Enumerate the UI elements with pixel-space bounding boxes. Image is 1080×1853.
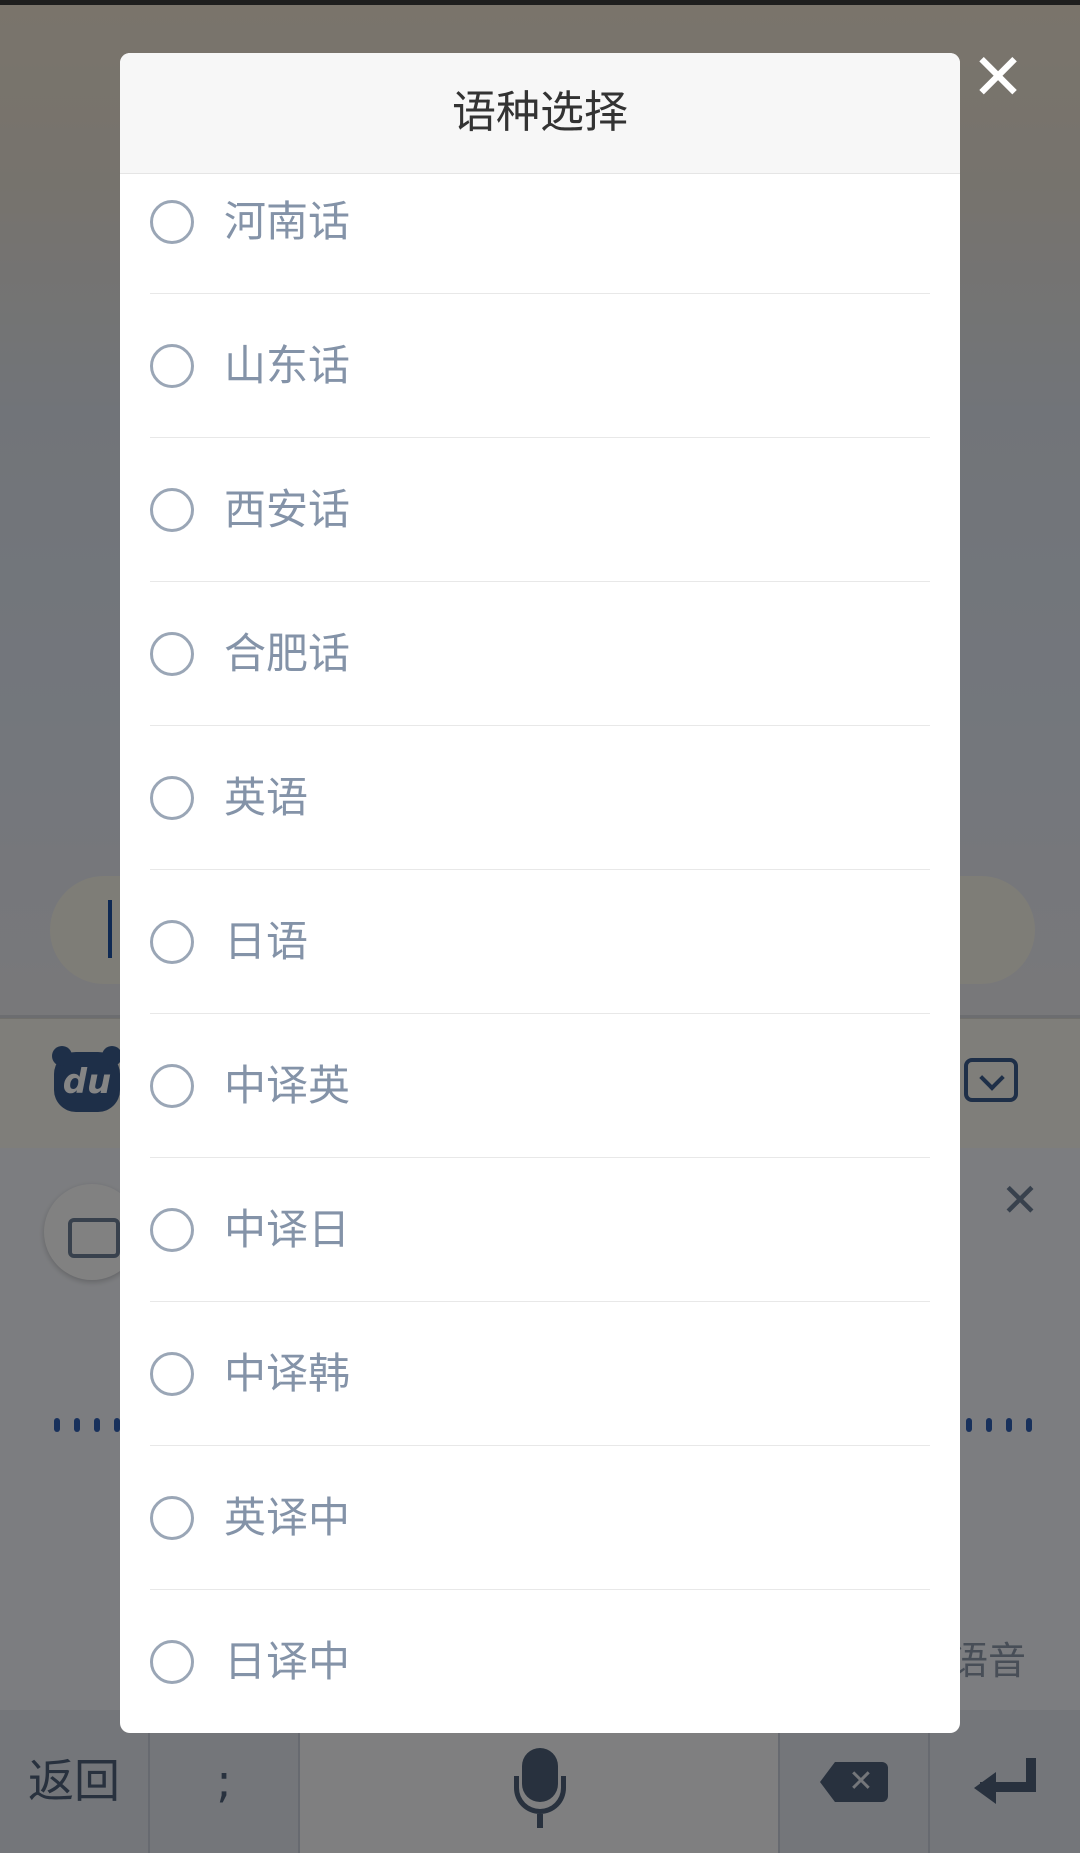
option-label: 中译韩 <box>224 1348 351 1398</box>
option-label: 英语 <box>224 772 309 822</box>
language-option[interactable]: 日译中 <box>150 1590 930 1733</box>
language-option[interactable]: 英译中 <box>150 1446 930 1590</box>
language-option[interactable]: 中译韩 <box>150 1302 930 1446</box>
radio-button[interactable] <box>150 1207 194 1252</box>
option-label: 合肥话 <box>224 628 351 678</box>
language-option[interactable]: 中译日 <box>150 1158 930 1302</box>
language-select-dialog: 语种选择 河南话 山东话 西安话 合肥话 英语 日语 中译英 中译日 中译韩 英… <box>120 53 960 1733</box>
language-option[interactable]: 日语 <box>150 870 930 1014</box>
radio-button[interactable] <box>150 1351 194 1396</box>
option-label: 中译英 <box>224 1060 351 1110</box>
language-option[interactable]: 英语 <box>150 726 930 870</box>
language-option[interactable]: 河南话 <box>150 174 930 294</box>
radio-button[interactable] <box>150 199 194 244</box>
radio-button[interactable] <box>150 487 194 532</box>
radio-button[interactable] <box>150 631 194 676</box>
radio-button[interactable] <box>150 1063 194 1108</box>
option-label: 英译中 <box>224 1492 351 1542</box>
radio-button[interactable] <box>150 1495 194 1540</box>
option-label: 山东话 <box>224 340 351 390</box>
option-label: 河南话 <box>224 196 351 246</box>
radio-button[interactable] <box>150 343 194 388</box>
language-option[interactable]: 山东话 <box>150 294 930 438</box>
radio-button[interactable] <box>150 919 194 964</box>
language-option[interactable]: 西安话 <box>150 438 930 582</box>
language-option[interactable]: 合肥话 <box>150 582 930 726</box>
option-label: 日译中 <box>224 1637 351 1686</box>
dialog-title: 语种选择 <box>120 53 960 174</box>
option-label: 日语 <box>224 916 309 966</box>
radio-button[interactable] <box>150 1640 194 1684</box>
language-option-list[interactable]: 河南话 山东话 西安话 合肥话 英语 日语 中译英 中译日 中译韩 英译中 日译… <box>120 174 960 1733</box>
close-icon[interactable]: ✕ <box>968 46 1028 110</box>
radio-button[interactable] <box>150 775 194 820</box>
option-label: 中译日 <box>224 1204 351 1254</box>
option-label: 西安话 <box>224 484 351 534</box>
language-option[interactable]: 中译英 <box>150 1014 930 1158</box>
